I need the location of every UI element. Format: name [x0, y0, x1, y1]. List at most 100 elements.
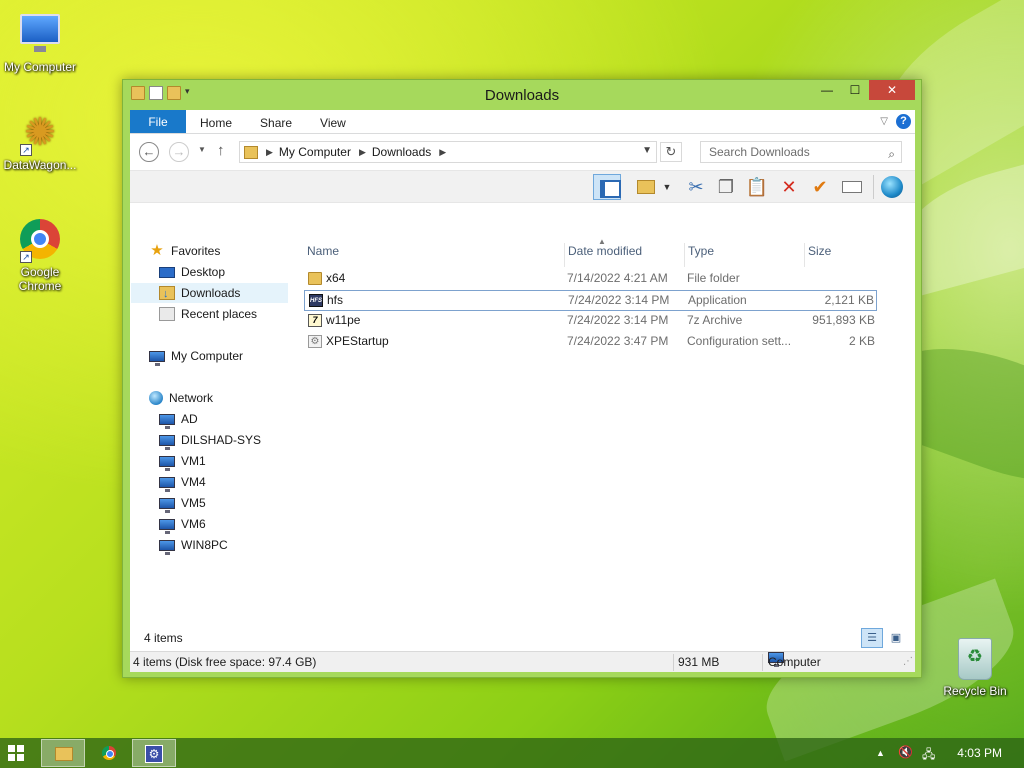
- nav-network[interactable]: Network: [149, 388, 213, 408]
- maximize-button[interactable]: ☐: [841, 80, 869, 100]
- file-row[interactable]: 7 w11pe 7/24/2022 3:14 PM 7z Archive 951…: [304, 311, 877, 332]
- downloads-folder-icon: [159, 284, 175, 304]
- breadcrumb-downloads[interactable]: Downloads: [372, 145, 431, 159]
- address-row: ← → ▼ ↑ ▶ My Computer ▶ Downloads ▶ ▼ ↻ …: [130, 134, 915, 170]
- desktop-icon-my-computer[interactable]: My Computer: [0, 10, 80, 74]
- file-row[interactable]: x64 7/14/2022 4:21 AM File folder: [304, 269, 877, 290]
- search-input[interactable]: Search Downloads ⌕: [700, 141, 902, 163]
- file-name: XPEStartup: [326, 334, 389, 348]
- status-selection-size: 931 MB: [678, 655, 720, 669]
- computer-icon: [149, 350, 165, 366]
- network-computer-icon: [159, 455, 175, 471]
- recent-locations-chevron-icon[interactable]: ▼: [198, 145, 206, 154]
- chrome-icon: ↗: [18, 219, 62, 263]
- paste-button[interactable]: 📋: [743, 174, 771, 200]
- star-icon: ★: [150, 242, 164, 259]
- taskbar-clock[interactable]: 4:03 PM: [957, 746, 1002, 760]
- breadcrumb-separator-icon[interactable]: ▶: [359, 147, 366, 158]
- desktop-icon-datawagon[interactable]: ✺ ↗ DataWagon...: [0, 112, 80, 172]
- file-row[interactable]: ⚙ XPEStartup 7/24/2022 3:47 PM Configura…: [304, 332, 877, 353]
- large-icons-view-button[interactable]: ▣: [885, 628, 907, 648]
- shortcut-arrow-icon: ↗: [20, 144, 32, 156]
- desktop-icon-google-chrome[interactable]: ↗ Google Chrome: [0, 217, 80, 293]
- cut-button[interactable]: ✂: [682, 174, 710, 200]
- network-computer-icon: [159, 476, 175, 492]
- network-icon: [149, 391, 163, 405]
- nav-network-vm1[interactable]: VM1: [159, 451, 206, 471]
- tab-file[interactable]: File: [130, 110, 186, 133]
- taskbar-file-explorer[interactable]: [41, 739, 85, 767]
- up-button[interactable]: ↑: [217, 142, 225, 159]
- tab-share[interactable]: Share: [246, 110, 306, 133]
- chrome-icon: [102, 746, 116, 760]
- nav-network-vm5[interactable]: VM5: [159, 493, 206, 513]
- breadcrumb-my-computer[interactable]: My Computer: [279, 145, 351, 159]
- folder-icon: [55, 747, 73, 761]
- command-toolbar: ▼ ✂ ❐ 📋 ✕ ✔: [130, 170, 915, 203]
- title-bar[interactable]: ▾ Downloads — ☐ ✕: [123, 80, 921, 110]
- start-button[interactable]: [8, 745, 24, 761]
- tab-view[interactable]: View: [306, 110, 360, 133]
- nav-my-computer[interactable]: My Computer: [149, 346, 243, 366]
- copy-button[interactable]: ❐: [712, 174, 740, 200]
- folder-icon: [244, 145, 258, 159]
- nav-downloads[interactable]: Downloads: [131, 283, 288, 304]
- nav-network-win8pc[interactable]: WIN8PC: [159, 535, 228, 555]
- refresh-button[interactable]: ↻: [660, 142, 682, 162]
- nav-network-vm4[interactable]: VM4: [159, 472, 206, 492]
- address-bar[interactable]: ▶ My Computer ▶ Downloads ▶ ▼: [239, 141, 657, 163]
- window-title: Downloads: [484, 87, 560, 104]
- breadcrumb-separator-icon[interactable]: ▶: [439, 147, 446, 158]
- folder-options-button[interactable]: [632, 174, 660, 200]
- properties-button[interactable]: [838, 174, 866, 200]
- back-button[interactable]: ←: [139, 142, 159, 162]
- file-date: 7/24/2022 3:14 PM: [567, 313, 669, 327]
- details-view-button[interactable]: ☰: [861, 628, 883, 648]
- column-header-date-modified[interactable]: Date modified: [568, 243, 685, 267]
- network-computer-icon: [159, 518, 175, 534]
- nav-label: DILSHAD-SYS: [181, 433, 262, 447]
- status-summary: 4 items (Disk free space: 97.4 GB): [133, 655, 317, 669]
- taskbar-app[interactable]: ⚙: [132, 739, 176, 767]
- delete-button[interactable]: ✕: [775, 174, 803, 200]
- nav-recent-places[interactable]: Recent places: [159, 304, 257, 324]
- file-row[interactable]: HFS hfs 7/24/2022 3:14 PM Application 2,…: [304, 290, 877, 311]
- close-button[interactable]: ✕: [869, 80, 915, 100]
- folder-options-dropdown-icon[interactable]: ▼: [660, 174, 674, 200]
- tab-home[interactable]: Home: [186, 110, 246, 133]
- breadcrumb-separator-icon[interactable]: ▶: [266, 147, 273, 158]
- globe-button[interactable]: [878, 174, 906, 200]
- status-divider: [673, 654, 674, 671]
- minimize-button[interactable]: —: [813, 80, 841, 100]
- column-header-type[interactable]: Type: [688, 243, 805, 267]
- desktop-icon-label: My Computer: [3, 60, 77, 74]
- hfs-app-icon: HFS: [309, 294, 323, 307]
- network-status-icon[interactable]: 🖧: [922, 745, 935, 766]
- nav-desktop[interactable]: Desktop: [159, 262, 225, 282]
- nav-network-dilshad-sys[interactable]: DILSHAD-SYS: [159, 430, 261, 450]
- nav-label: Desktop: [181, 265, 226, 279]
- desktop-icon: [159, 266, 175, 278]
- resize-grip-icon[interactable]: ⋰: [903, 652, 913, 670]
- speaker-muted-icon[interactable]: 🔇: [898, 745, 913, 759]
- desktop-icon-recycle-bin[interactable]: Recycle Bin: [935, 638, 1015, 698]
- expand-ribbon-chevron-icon[interactable]: ▽: [880, 116, 888, 127]
- nav-favorites[interactable]: ★ Favorites: [149, 241, 220, 261]
- search-icon[interactable]: ⌕: [888, 144, 895, 164]
- address-history-chevron-icon[interactable]: ▼: [642, 145, 652, 156]
- help-icon[interactable]: ?: [896, 114, 911, 129]
- nav-network-ad[interactable]: AD: [159, 409, 198, 429]
- toolbar-divider: [873, 175, 874, 199]
- rename-check-button[interactable]: ✔: [806, 174, 834, 200]
- file-list: ▲ Name Date modified Type Size x64 7/14/…: [302, 237, 915, 629]
- column-header-size[interactable]: Size: [808, 243, 878, 267]
- nav-network-vm6[interactable]: VM6: [159, 514, 206, 534]
- column-header-name[interactable]: Name: [307, 243, 565, 267]
- file-type: Application: [688, 293, 747, 307]
- taskbar-chrome[interactable]: [88, 739, 132, 767]
- nav-label: VM5: [181, 496, 206, 510]
- forward-button[interactable]: →: [169, 142, 189, 162]
- preview-pane-button[interactable]: [593, 174, 621, 200]
- nav-label: VM1: [181, 454, 206, 468]
- show-hidden-icons-chevron-icon[interactable]: ▲: [876, 748, 885, 758]
